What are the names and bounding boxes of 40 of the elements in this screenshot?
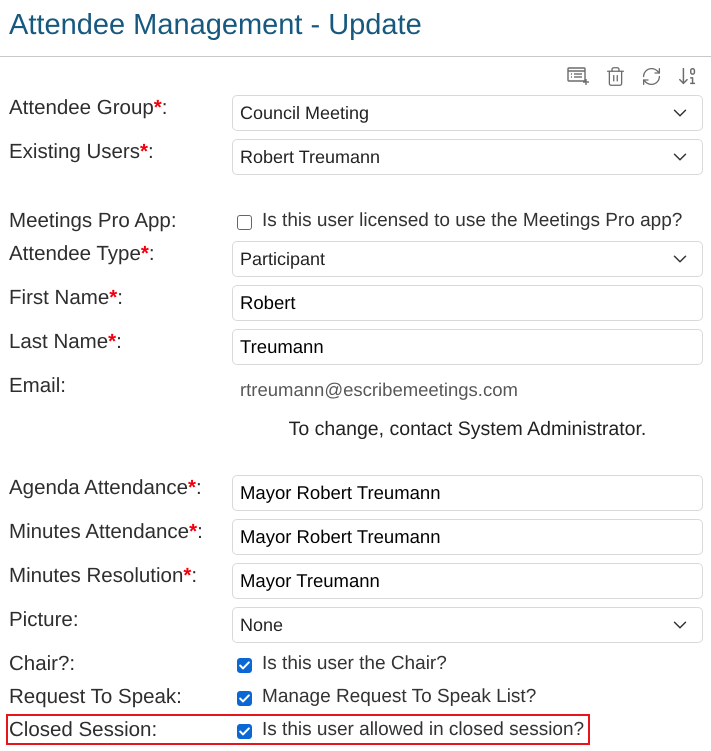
dropdown[interactable]: Participant	[232, 241, 703, 277]
field-label: Minutes Resolution*:	[9, 563, 198, 589]
text-field[interactable]: Mayor Treumann	[232, 563, 703, 599]
field-label: Existing Users*:	[9, 139, 155, 165]
field-label: Chair?:	[9, 651, 76, 676]
field-label: Attendee Type*:	[9, 241, 156, 267]
text-field[interactable]: Treumann	[232, 329, 703, 365]
field-label: First Name*:	[9, 285, 124, 311]
field-label: Agenda Attendance*:	[9, 475, 203, 501]
field-label: Meetings Pro App:	[9, 208, 178, 233]
text-field[interactable]: Mayor Robert Treumann	[232, 475, 703, 511]
email-text: rtreumann@escribemeetings.com	[239, 378, 518, 402]
trash-icon[interactable]	[605, 66, 626, 86]
field-label: Closed Session:	[9, 717, 158, 742]
checkmark-icon	[239, 726, 250, 736]
field-label: Request To Speak:	[9, 684, 183, 709]
dropdown[interactable]: None	[232, 607, 703, 643]
checkbox[interactable]	[237, 724, 252, 738]
list-add-icon[interactable]	[567, 66, 590, 86]
text-field[interactable]: Mayor Robert Treumann	[232, 519, 703, 555]
checkbox[interactable]	[237, 214, 252, 230]
field-label: Email:	[9, 373, 67, 399]
checkmark-icon	[239, 660, 250, 670]
dropdown[interactable]: Robert Treumann	[232, 139, 703, 175]
field-label: Attendee Group*:	[9, 95, 168, 121]
checkmark-icon	[239, 694, 250, 702]
field-label: Minutes Attendance*:	[9, 519, 204, 545]
checkbox-label[interactable]: Is this user licensed to use the Meetings Pro app?	[262, 208, 682, 233]
checkbox[interactable]	[237, 690, 252, 706]
refresh-icon[interactable]	[641, 66, 662, 86]
checkbox-label[interactable]: Manage Request To Speak List?	[262, 684, 536, 709]
note-text: To change, contact System Administrator.	[288, 417, 646, 442]
checkbox-label[interactable]: Is this user allowed in closed session?	[262, 717, 584, 742]
checkbox-label[interactable]: Is this user the Chair?	[262, 651, 447, 676]
field-label: Picture:	[9, 607, 80, 633]
checkbox[interactable]	[237, 658, 252, 672]
dropdown[interactable]: Council Meeting	[232, 95, 703, 131]
page-title: Attendee Management - Update	[9, 8, 422, 43]
field-label: Last Name*:	[9, 329, 123, 355]
text-field[interactable]: Robert	[232, 285, 703, 321]
